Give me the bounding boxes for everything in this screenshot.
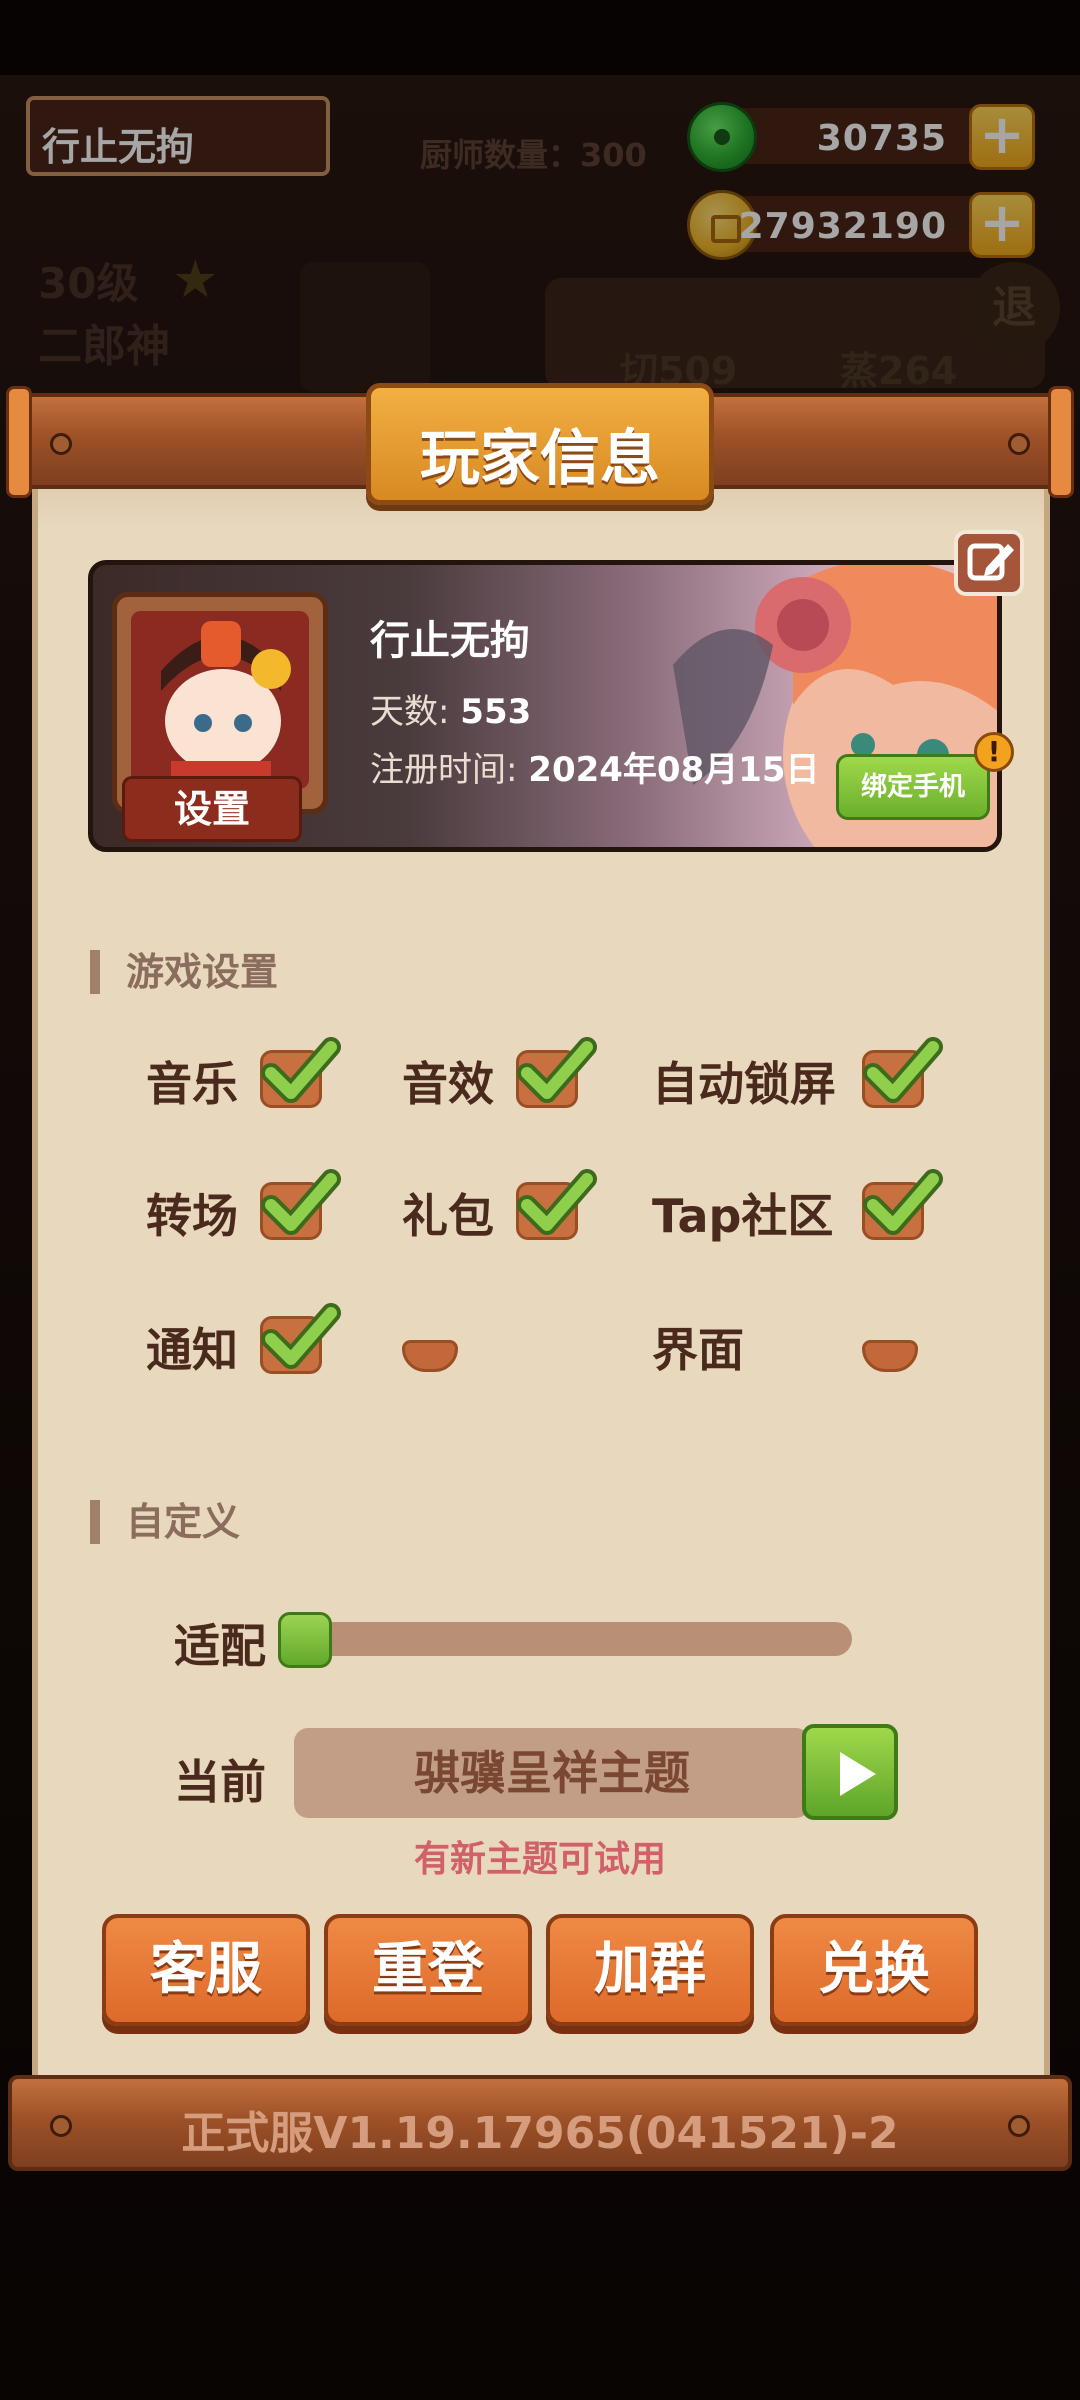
register-row: 注册时间: 2024年08月15日 — [370, 742, 820, 791]
check-icon — [261, 1037, 341, 1103]
setting-label: 界面 — [652, 1323, 744, 1377]
checkbox-checked[interactable] — [862, 1169, 943, 1240]
checkbox-checked[interactable] — [260, 1169, 341, 1240]
game-settings-header: 游戏设置 — [90, 950, 278, 994]
days-label: 天数: — [370, 692, 450, 732]
redeem-button[interactable]: 兑换 — [770, 1914, 978, 2026]
checkbox-unchecked[interactable] — [402, 1340, 458, 1372]
bind-phone-button[interactable]: 绑定手机 — [836, 754, 990, 820]
edit-icon[interactable] — [954, 530, 1024, 596]
avatar-image — [131, 611, 309, 789]
setting-label: 音效 — [402, 1057, 494, 1111]
profile-name: 行止无拘 — [370, 618, 530, 664]
setting-label: 自动锁屏 — [652, 1057, 836, 1111]
custom-header: 自定义 — [90, 1500, 240, 1544]
setting-item: 界面 — [652, 1302, 1012, 1382]
check-icon — [517, 1169, 597, 1235]
checkbox-checked[interactable] — [260, 1303, 341, 1374]
dialog-title: 玩家信息 — [420, 424, 660, 494]
bar-cap — [1048, 386, 1074, 498]
days-row: 天数: 553 — [370, 684, 531, 733]
days-value: 553 — [460, 692, 532, 732]
checkbox-unchecked[interactable] — [862, 1340, 918, 1372]
theme-select[interactable]: 骐骥呈祥主题 — [294, 1728, 810, 1818]
theme-hint: 有新主题可试用 — [413, 1839, 666, 1880]
setting-item: 自动锁屏 — [652, 1036, 1012, 1116]
register-label: 注册时间: — [370, 750, 518, 790]
nail-icon — [50, 433, 72, 455]
play-theme-button[interactable] — [802, 1724, 898, 1820]
alert-icon: ! — [974, 732, 1014, 772]
bar-cap — [6, 386, 32, 498]
check-icon — [863, 1169, 943, 1235]
nail-icon — [1008, 433, 1030, 455]
checkbox-checked[interactable] — [260, 1037, 341, 1108]
setting-label: 音乐 — [146, 1057, 238, 1111]
fit-label: 适配 — [174, 1619, 266, 1673]
checkbox-checked[interactable] — [862, 1037, 943, 1108]
check-icon — [863, 1037, 943, 1103]
check-icon — [517, 1037, 597, 1103]
title-plaque: 玩家信息 — [366, 383, 714, 505]
checkbox-checked[interactable] — [516, 1037, 597, 1108]
current-label: 当前 — [174, 1755, 266, 1809]
relogin-button[interactable]: 重登 — [324, 1914, 532, 2026]
customer-service-button[interactable]: 客服 — [102, 1914, 310, 2026]
fit-slider-track[interactable] — [280, 1622, 852, 1656]
check-icon — [261, 1303, 341, 1369]
fit-slider-thumb[interactable] — [278, 1612, 332, 1668]
join-group-button[interactable]: 加群 — [546, 1914, 754, 2026]
avatar-settings-tab[interactable]: 设置 — [122, 776, 302, 842]
setting-label: 转场 — [146, 1189, 238, 1243]
checkbox-checked[interactable] — [516, 1169, 597, 1240]
setting-label: Tap社区 — [652, 1189, 834, 1243]
setting-item: Tap社区 — [652, 1168, 1012, 1248]
setting-label: 礼包 — [402, 1189, 494, 1243]
setting-label: 通知 — [146, 1323, 238, 1377]
check-icon — [261, 1169, 341, 1235]
register-value: 2024年08月15日 — [528, 750, 820, 790]
version-text: 正式服V1.19.17965(041521)-2 — [181, 2108, 899, 2159]
